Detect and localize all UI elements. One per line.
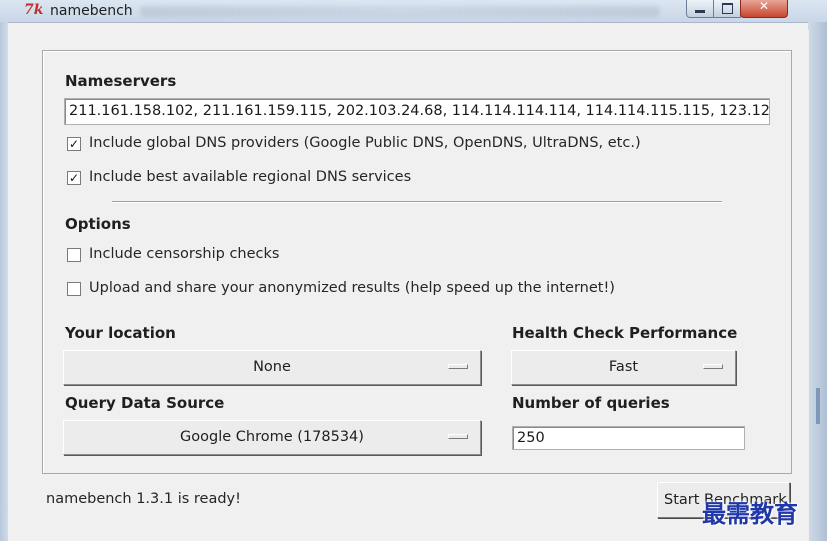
close-button[interactable]: ✕ xyxy=(740,0,788,18)
tk-feather-icon: 7k xyxy=(24,2,44,18)
checkmark-icon: ✓ xyxy=(68,137,80,151)
minimize-button[interactable] xyxy=(686,0,714,18)
location-dropdown[interactable]: None xyxy=(63,350,481,385)
title-bar[interactable]: 7k namebench ✕ xyxy=(0,0,827,23)
watermark: 最需教育 xyxy=(702,499,798,528)
location-label: Your location xyxy=(65,324,176,342)
minimize-icon xyxy=(695,10,705,13)
checkmark-icon: ✓ xyxy=(68,171,80,185)
separator xyxy=(112,201,722,203)
upload-checkbox[interactable] xyxy=(67,282,81,296)
dropdown-indicator-icon xyxy=(703,364,723,369)
num-queries-input[interactable]: 250 xyxy=(512,426,745,450)
window-frame-left xyxy=(0,22,8,541)
upload-label: Upload and share your anonymized results… xyxy=(89,280,615,296)
window-frame-right xyxy=(808,22,827,541)
status-text: namebench 1.3.1 is ready! xyxy=(46,491,241,507)
scrollbar-thumb[interactable] xyxy=(816,388,820,424)
close-icon: ✕ xyxy=(758,0,770,13)
health-check-label: Health Check Performance xyxy=(512,324,738,342)
include-regional-label: Include best available regional DNS serv… xyxy=(89,169,412,185)
window-title: namebench xyxy=(50,3,133,19)
include-global-label: Include global DNS providers (Google Pub… xyxy=(89,135,641,151)
censorship-checkbox[interactable] xyxy=(67,248,81,262)
options-heading: Options xyxy=(65,215,131,233)
maximize-button[interactable] xyxy=(713,0,741,18)
dropdown-indicator-icon xyxy=(448,364,468,369)
dropdown-indicator-icon xyxy=(448,434,468,439)
nameservers-heading: Nameservers xyxy=(65,72,177,90)
query-source-label: Query Data Source xyxy=(65,394,225,412)
blurred-title-area xyxy=(140,6,660,17)
num-queries-label: Number of queries xyxy=(512,394,670,412)
query-source-value: Google Chrome (178534) xyxy=(180,429,364,445)
censorship-label: Include censorship checks xyxy=(89,246,280,262)
location-value: None xyxy=(253,359,291,375)
health-check-value: Fast xyxy=(608,359,639,375)
query-source-dropdown[interactable]: Google Chrome (178534) xyxy=(63,420,481,455)
health-check-dropdown[interactable]: Fast xyxy=(511,350,736,385)
include-regional-checkbox[interactable]: ✓ xyxy=(67,171,81,185)
include-global-checkbox[interactable]: ✓ xyxy=(67,137,81,151)
nameservers-input[interactable]: 211.161.158.102, 211.161.159.115, 202.10… xyxy=(64,98,770,125)
maximize-icon xyxy=(722,3,733,14)
